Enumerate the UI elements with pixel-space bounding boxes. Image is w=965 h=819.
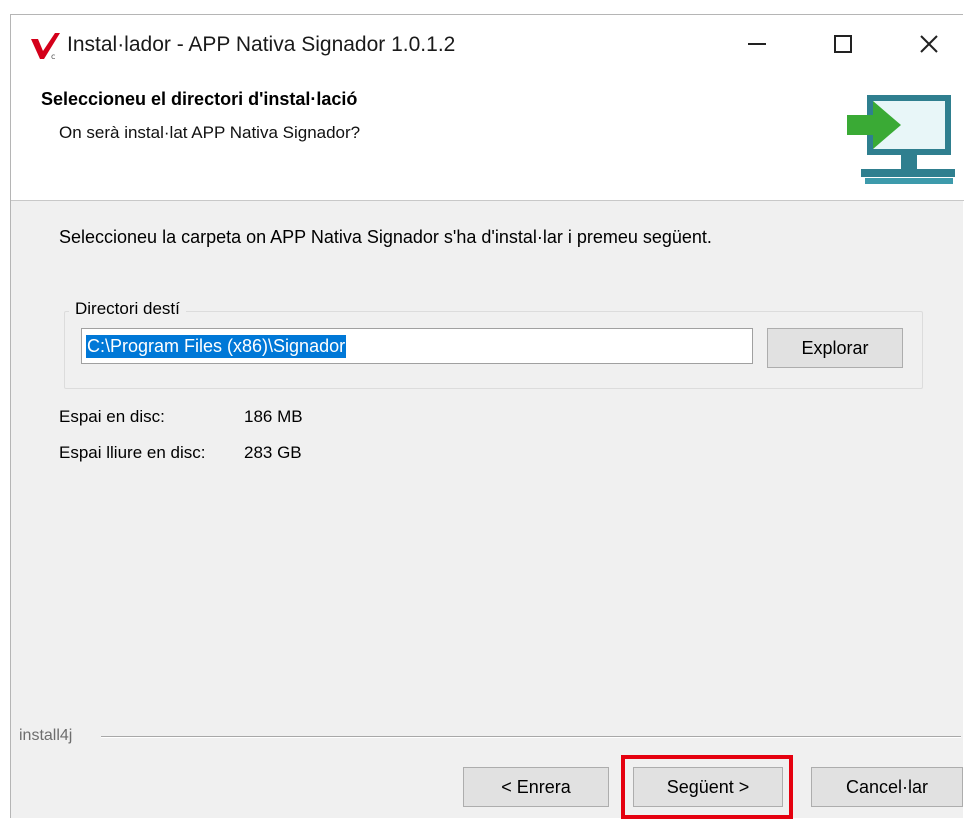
- free-space-label: Espai lliure en disc:: [59, 443, 206, 462]
- installer-window: c Instal·lador - APP Nativa Signador 1.0…: [10, 14, 964, 819]
- install-to-computer-icon: [847, 95, 955, 184]
- app-logo-icon: c: [31, 33, 60, 61]
- destination-path-input[interactable]: C:\Program Files (x86)\Signador: [81, 328, 753, 364]
- free-space-value: 283 GB: [244, 443, 302, 462]
- next-button-highlight: [621, 755, 793, 819]
- minimize-button[interactable]: [727, 15, 787, 73]
- instruction-text: Seleccioneu la carpeta on APP Nativa Sig…: [59, 227, 712, 247]
- maximize-button[interactable]: [813, 15, 873, 73]
- disk-space-value: 186 MB: [244, 407, 303, 426]
- cancel-button[interactable]: Cancel·lar: [811, 767, 963, 807]
- browse-button[interactable]: Explorar: [767, 328, 903, 368]
- svg-text:c: c: [51, 52, 55, 61]
- minimize-icon: [748, 43, 766, 45]
- destination-group-label: Directori destí: [69, 299, 186, 319]
- page-subtitle: On serà instal·lat APP Nativa Signador?: [59, 123, 361, 142]
- footer-separator: [101, 736, 961, 738]
- window-title: Instal·lador - APP Nativa Signador 1.0.1…: [67, 33, 456, 56]
- title-bar: c Instal·lador - APP Nativa Signador 1.0…: [11, 15, 964, 73]
- back-button[interactable]: < Enrera: [463, 767, 609, 807]
- maximize-icon: [834, 35, 852, 53]
- destination-path-value: C:\Program Files (x86)\Signador: [86, 334, 347, 358]
- close-icon: [920, 35, 938, 53]
- page-title: Seleccioneu el directori d'instal·lació: [41, 89, 358, 109]
- wizard-header: Seleccioneu el directori d'instal·lació …: [11, 73, 964, 201]
- close-button[interactable]: [899, 15, 959, 73]
- install4j-brand: install4j: [19, 727, 73, 744]
- disk-space-label: Espai en disc:: [59, 407, 165, 426]
